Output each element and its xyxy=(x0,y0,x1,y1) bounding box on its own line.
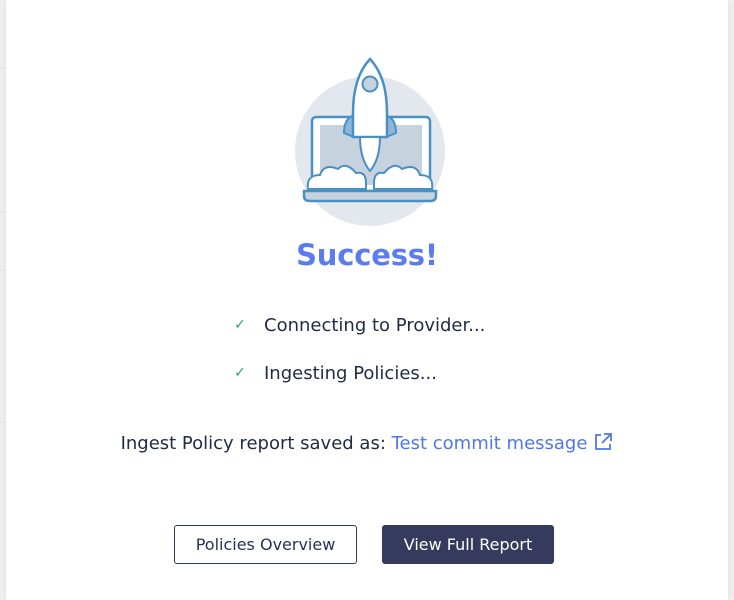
report-prefix: Ingest Policy report saved as: xyxy=(120,433,392,454)
step-label: Connecting to Provider... xyxy=(264,314,486,336)
background-panel-right xyxy=(728,0,734,600)
success-title: Success! xyxy=(296,238,438,272)
external-link-icon xyxy=(595,433,613,450)
report-saved-message: Ingest Policy report saved as: Test comm… xyxy=(6,432,728,454)
success-modal: Success! ✓ Connecting to Provider... ✓ I… xyxy=(6,0,728,600)
progress-steps: ✓ Connecting to Provider... ✓ Ingesting … xyxy=(234,310,485,406)
report-link-text: Test commit message xyxy=(391,433,588,454)
rocket-launch-laptop-icon xyxy=(295,57,445,226)
check-icon: ✓ xyxy=(234,365,246,381)
check-icon: ✓ xyxy=(234,317,246,333)
policies-overview-button[interactable]: Policies Overview xyxy=(174,525,357,564)
report-link[interactable]: Test commit message xyxy=(392,433,614,454)
step-connecting: ✓ Connecting to Provider... xyxy=(234,310,485,340)
step-label: Ingesting Policies... xyxy=(264,362,437,384)
step-ingesting: ✓ Ingesting Policies... xyxy=(234,358,485,388)
view-full-report-button[interactable]: View Full Report xyxy=(382,525,554,564)
